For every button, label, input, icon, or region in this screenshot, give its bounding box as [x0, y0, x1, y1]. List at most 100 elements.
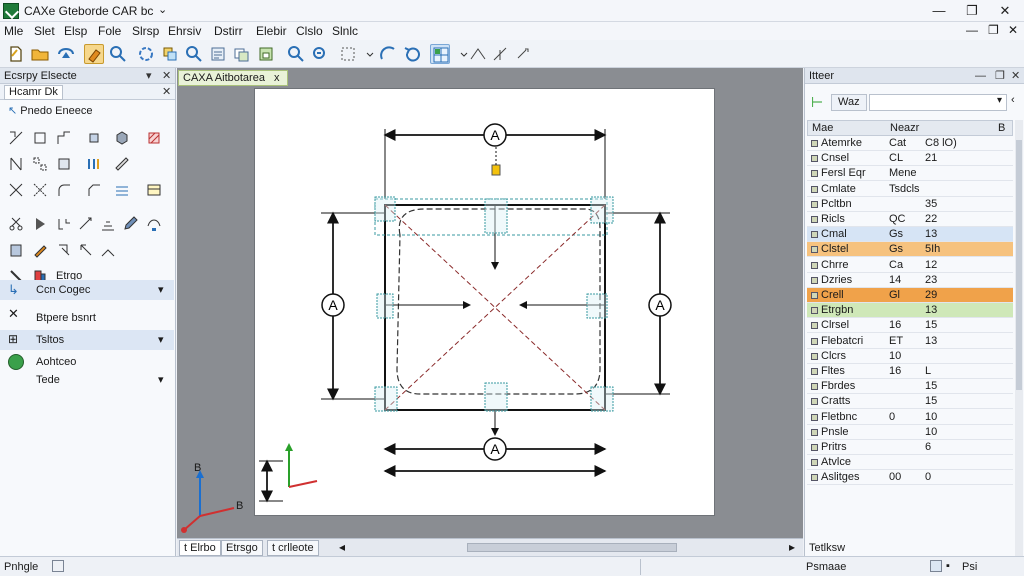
prop-row-style[interactable]: Tede ▾ — [0, 370, 174, 390]
panel-pin-icon[interactable]: ▾ — [146, 68, 152, 84]
new-file-icon[interactable] — [6, 44, 26, 64]
row-checkbox-icon[interactable] — [811, 170, 818, 178]
maximize-button[interactable]: ❐ — [958, 2, 986, 20]
properties-icon[interactable] — [208, 44, 228, 64]
block-tool-icon[interactable] — [114, 130, 130, 146]
menu-item-help[interactable]: Slnlc — [332, 24, 358, 38]
row-checkbox-icon[interactable] — [811, 444, 818, 451]
trim-tool-icon[interactable] — [56, 156, 72, 172]
layout-tab-model[interactable]: t Elrbo — [179, 540, 221, 556]
explode-tool-icon[interactable] — [56, 242, 72, 258]
mirror-tool-icon[interactable] — [8, 156, 24, 172]
layout-tab-2[interactable]: t crlleote — [267, 540, 319, 556]
mdi-minimize-button[interactable]: — — [966, 23, 978, 37]
chevron-down-icon[interactable]: ▾ — [158, 333, 164, 346]
object-snap-icon[interactable] — [512, 44, 532, 64]
chevron-down-icon[interactable]: ▾ — [158, 283, 164, 296]
panel-close-icon[interactable]: ✕ — [1011, 68, 1020, 84]
layer-icon[interactable] — [160, 44, 180, 64]
left-subtab[interactable]: Hcamr Dk — [4, 85, 63, 100]
filter-input[interactable] — [869, 94, 1007, 111]
panel-minimize-icon[interactable]: — — [975, 68, 986, 84]
table-tool-icon[interactable] — [146, 182, 162, 198]
row-checkbox-icon[interactable] — [811, 322, 818, 330]
row-checkbox-icon[interactable] — [811, 413, 818, 421]
property-row[interactable]: Clstel Gs 5Ih — [807, 242, 1013, 258]
status-grid-icon[interactable] — [52, 560, 64, 572]
property-row[interactable]: Cmlate Tsdcls — [807, 182, 1013, 197]
chamfer-tool-icon[interactable] — [86, 182, 102, 198]
filter-dropdown-icon[interactable]: ▾ — [997, 95, 1002, 106]
vertical-scrollbar-thumb[interactable] — [1016, 140, 1022, 390]
property-row[interactable]: Cratts 15 — [807, 394, 1013, 410]
col-header-name[interactable]: Mae — [812, 122, 833, 134]
property-row[interactable]: Pritrs 6 — [807, 440, 1013, 455]
property-row[interactable]: Atemrke Cat C8 lO) — [807, 136, 1013, 151]
row-checkbox-icon[interactable] — [811, 185, 818, 193]
property-row[interactable]: Pcltbn 35 — [807, 197, 1013, 212]
menu-item-draw[interactable]: Slrsp — [132, 24, 159, 38]
subtab-close-icon[interactable]: ✕ — [162, 84, 171, 100]
measure-tool-icon[interactable] — [114, 156, 130, 172]
property-row[interactable]: Pnsle 10 — [807, 425, 1013, 440]
property-row[interactable]: Atvlce — [807, 455, 1013, 471]
arc-tool-icon[interactable] — [378, 44, 398, 64]
arrow-tool-icon[interactable] — [78, 242, 94, 258]
row-checkbox-icon[interactable] — [811, 155, 818, 163]
property-row[interactable]: Crell Gl 29 — [807, 288, 1013, 303]
quick-access-dropdown-icon[interactable]: ⌄ — [158, 3, 167, 16]
selection-dropdown-icon[interactable] — [360, 44, 374, 64]
property-row[interactable]: Dzries 14 23 — [807, 273, 1013, 288]
drawing-paper[interactable]: A A A A — [254, 88, 715, 516]
break-tool-icon[interactable] — [56, 216, 72, 232]
prop-row-linetype[interactable]: ✕ Btpere bsnrt — [0, 304, 174, 324]
pencil-tool-icon[interactable] — [122, 216, 138, 232]
property-row[interactable]: Chrre Ca 12 — [807, 258, 1013, 273]
row-checkbox-icon[interactable] — [811, 140, 818, 147]
menu-item-modify[interactable]: Dstirr — [214, 24, 243, 38]
offset-tool-icon[interactable] — [78, 216, 94, 232]
menu-item-window[interactable]: Clslo — [296, 24, 323, 38]
rectangle-tool-icon[interactable] — [32, 130, 48, 146]
clipboard-tool-icon[interactable] — [8, 242, 24, 258]
scale-tool-icon[interactable] — [8, 182, 24, 198]
row-checkbox-icon[interactable] — [811, 216, 818, 223]
row-checkbox-icon[interactable] — [811, 368, 818, 375]
prop-row-linewidth[interactable]: ⊞ Tsltos ▾ — [0, 330, 174, 350]
leader-tool-icon[interactable] — [100, 242, 116, 258]
paste-icon[interactable] — [256, 44, 276, 64]
open-folder-icon[interactable] — [30, 44, 50, 64]
property-row[interactable]: Cnsel CL 21 — [807, 151, 1013, 167]
hatch-tool-icon[interactable] — [146, 130, 162, 146]
minimize-button[interactable]: — — [925, 2, 953, 20]
property-row[interactable]: Fbrdes 15 — [807, 379, 1013, 395]
text-style-icon[interactable] — [114, 182, 130, 198]
property-row[interactable]: Aslitges 00 0 — [807, 470, 1013, 486]
polar-icon[interactable] — [490, 44, 510, 64]
panel-close-icon[interactable]: ✕ — [162, 68, 171, 84]
col-header-value[interactable]: Neazr — [890, 122, 919, 134]
mdi-restore-button[interactable]: ❐ — [988, 23, 999, 37]
brush-tool-icon[interactable] — [32, 242, 48, 258]
row-checkbox-icon[interactable] — [811, 200, 818, 208]
cut-tool-icon[interactable] — [8, 216, 24, 232]
extend-tool-icon[interactable] — [86, 156, 102, 172]
snap-dropdown-icon[interactable] — [454, 44, 468, 64]
property-row[interactable]: Flebatcri ET 13 — [807, 334, 1013, 349]
col-header-extra[interactable]: B — [998, 122, 1005, 134]
row-checkbox-icon[interactable] — [811, 428, 818, 436]
row-checkbox-icon[interactable] — [811, 383, 818, 391]
prop-row-current-layer[interactable]: ↳ Ccn Cogec ▾ — [0, 280, 174, 300]
pan-tool-icon[interactable] — [84, 44, 104, 64]
save-icon[interactable] — [56, 44, 76, 64]
prop-row-color[interactable]: Aohtceo — [0, 352, 174, 372]
filter-collapse-icon[interactable]: ‹ — [1011, 94, 1015, 106]
panel-float-icon[interactable]: ❐ — [995, 68, 1005, 84]
zoom-icon[interactable] — [108, 44, 128, 64]
horizontal-scrollbar-thumb[interactable] — [467, 543, 677, 552]
selection-box-icon[interactable] — [338, 44, 358, 64]
row-checkbox-icon[interactable] — [811, 261, 818, 269]
menu-item-tools[interactable]: Elebir — [256, 24, 287, 38]
rotate-view-icon[interactable] — [136, 44, 156, 64]
document-tab[interactable]: CAXA Aitbotarea x — [178, 70, 288, 86]
